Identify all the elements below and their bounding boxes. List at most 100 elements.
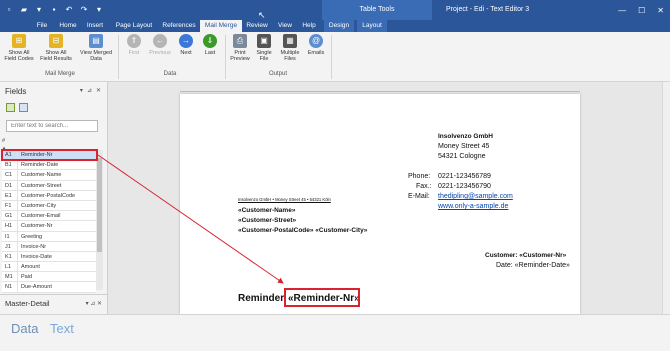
view-merged-data-button[interactable]: ▤ View Merged Data [78,34,114,62]
open-folder-icon[interactable]: ▰ [19,4,29,15]
document-page[interactable]: Insolvenzo GmbH Money Street 45 54321 Co… [180,94,580,314]
field-id-cell: M1 [2,272,18,282]
field-row[interactable]: N1 Due-Amount [2,282,96,293]
tab-review[interactable]: Review [244,20,270,32]
sender-city: 54321 Cologne [438,153,486,160]
single-file-icon: ▣ [257,34,271,48]
add-field-icon[interactable] [6,103,15,112]
customer-street-field[interactable]: «Customer-Street» [238,217,296,224]
fields-search-input[interactable] [6,120,98,132]
field-row[interactable]: E1 Customer-PostalCode [2,190,96,201]
data-group-label: Data [163,71,177,77]
tab-insert[interactable]: Insert [83,20,107,32]
email-label: E-Mail: [408,193,430,200]
return-address-line: Insolvenzo GmbH • Money Street 45 • 5432… [238,197,331,202]
field-name-cell: Customer-Street [21,182,62,189]
customer-postal-city-field[interactable]: «Customer-PostalCode» «Customer-City» [238,227,367,234]
field-name-cell: Customer-City [21,202,57,209]
show-all-field-codes-button[interactable]: ⊞ Show All Field Codes [4,34,34,62]
tab-layout[interactable]: Layout [357,20,387,32]
panel-close-icon[interactable]: ✕ [96,87,101,94]
show-all-field-results-button[interactable]: ⊟ Show All Field Results [38,34,74,62]
first-icon: ⇑ [127,34,141,48]
mail-merge-group-label: Mail Merge [45,71,75,77]
field-row[interactable]: B1 Reminder-Date [2,160,96,171]
panel-menu-icon[interactable]: ▾ [80,87,83,94]
minimize-icon[interactable]: — [618,6,626,15]
tab-text[interactable]: Text [50,321,74,336]
save-icon[interactable]: ▪ [49,4,59,15]
field-row[interactable]: C1 Customer-Name [2,170,96,181]
close-icon[interactable]: ✕ [657,6,664,15]
website-link[interactable]: www.only-a-sample.de [438,203,508,210]
document-scrollbar[interactable] [662,82,670,314]
next-button[interactable]: → Next [176,34,196,56]
customer-name-field[interactable]: «Customer-Name» [238,207,295,214]
fax-label: Fax.: [416,183,432,190]
field-name-cell: Paid [21,274,33,281]
emails-button[interactable]: @ Emails [305,34,327,56]
tab-view[interactable]: View [275,20,295,32]
document-area: Insolvenzo GmbH Money Street 45 54321 Co… [108,82,662,314]
bottom-tab-bar: Data Text [0,314,670,351]
field-row[interactable]: L1 Amount [2,262,96,273]
tab-design[interactable]: Design [324,20,354,32]
field-row[interactable]: J1 Invoice-Nr [2,241,96,252]
field-name-cell: Greeting [21,233,43,240]
fax-value: 0221-123456790 [438,183,491,190]
field-row[interactable]: I1 Greeting [2,231,96,242]
field-row[interactable]: F1 Customer-City [2,200,96,212]
field-name-cell: Amount [21,264,40,271]
ribbon-separator [331,35,332,79]
single-file-button[interactable]: ▣ Single File [254,34,274,62]
print-preview-button[interactable]: ⎙ Print Preview [229,34,251,62]
field-row[interactable]: G1 Customer-Email [2,211,96,222]
tab-references[interactable]: References [159,20,199,32]
field-name-cell: Invoice-Date [21,253,52,260]
table-view-icon[interactable] [19,103,28,112]
field-name-cell: Customer-PostalCode [21,192,76,199]
reminder-heading-label: Reminder [238,293,285,304]
view-merged-icon: ▤ [89,34,103,48]
pin-icon[interactable]: ⊿ [87,87,92,94]
tab-data[interactable]: Data [11,321,38,336]
field-id-cell: N1 [2,282,18,292]
customize-qat-icon[interactable]: ▾ [94,4,104,15]
open-dropdown-icon[interactable]: ▾ [34,4,44,15]
undo-icon[interactable]: ↶ [64,4,74,15]
tab-help[interactable]: Help [299,20,319,32]
redo-icon[interactable]: ↷ [79,4,89,15]
customer-number-line: Customer: «Customer-Nr» [485,252,567,259]
ribbon-separator [118,35,119,79]
scroll-thumb[interactable] [97,158,102,252]
field-id-cell: G1 [2,211,18,221]
last-button[interactable]: ⇓ Last [200,34,220,56]
tab-file[interactable]: File [30,20,54,32]
single-file-label: Single File [256,50,272,62]
last-label: Last [204,50,216,56]
first-button[interactable]: ⇑ First [124,34,144,56]
print-preview-label: Print Preview [230,50,250,62]
previous-label: Previous [149,50,171,56]
tab-home[interactable]: Home [56,20,80,32]
column-id-header[interactable]: # [2,138,5,144]
emails-label: Emails [307,50,325,56]
field-row[interactable]: D1 Customer-Street [2,180,96,191]
last-icon: ⇓ [203,34,217,48]
field-row[interactable]: M1 Paid [2,272,96,283]
field-row[interactable]: H1 Customer-Nr [2,221,96,232]
tab-page-layout[interactable]: Page Layout [112,20,156,32]
maximize-icon[interactable]: ☐ [638,6,645,15]
field-name-cell: Invoice-Nr [21,243,47,250]
tab-mail-merge[interactable]: Mail Merge [200,20,242,32]
master-detail-controls[interactable]: ▾ ⊿ ✕ [86,295,102,313]
fields-scrollbar[interactable] [96,150,103,290]
master-detail-title: Master-Detail [5,299,50,308]
multiple-files-button[interactable]: ▦ Multiple Files [278,34,302,62]
email-link[interactable]: thedipling@sample.com [438,193,513,200]
print-preview-icon: ⎙ [233,34,247,48]
previous-button[interactable]: ← Previous [148,34,172,56]
new-document-icon[interactable]: ▫ [4,4,14,15]
field-row[interactable]: K1 Invoice-Date [2,251,96,263]
window-title: Project - Edi - Text Editor 3 [446,6,530,13]
